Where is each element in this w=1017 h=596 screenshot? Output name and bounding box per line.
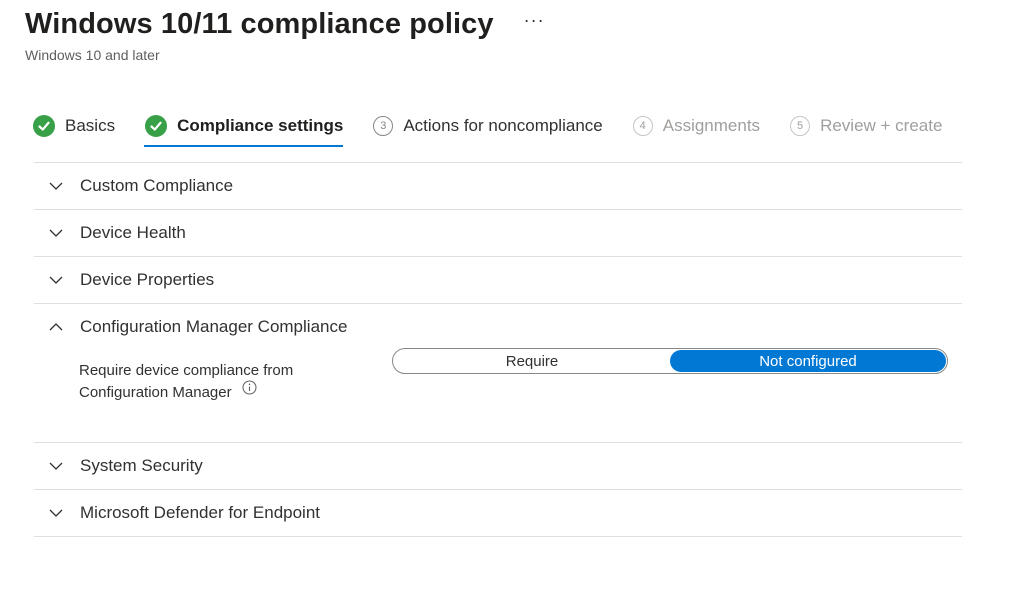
checkmark-circle-icon: [145, 115, 168, 137]
wizard-step-assignments: 4 Assignments: [632, 112, 761, 140]
wizard-step-label: Review + create: [820, 116, 943, 135]
section-header[interactable]: Microsoft Defender for Endpoint: [34, 490, 962, 536]
section-header[interactable]: Custom Compliance: [34, 163, 962, 209]
section-custom-compliance: Custom Compliance: [34, 163, 962, 210]
section-header[interactable]: System Security: [34, 443, 962, 489]
setting-label: Require device compliance from Configura…: [79, 360, 293, 404]
wizard-step-label: Assignments: [662, 116, 761, 135]
wizard-step-basics[interactable]: Basics: [33, 112, 115, 140]
page-subtitle: Windows 10 and later: [25, 47, 160, 63]
section-system-security: System Security: [34, 443, 962, 490]
section-device-properties: Device Properties: [34, 257, 962, 304]
wizard-step-label: Actions for noncompliance: [403, 116, 603, 135]
section-title: Device Properties: [80, 270, 215, 289]
section-body: Require device compliance from Configura…: [34, 348, 962, 442]
section-title: Custom Compliance: [80, 176, 234, 195]
wizard-step-review-create: 5 Review + create: [790, 112, 942, 140]
section-device-health: Device Health: [34, 210, 962, 257]
chevron-down-icon: [48, 458, 64, 474]
section-title: System Security: [80, 456, 203, 475]
chevron-down-icon: [48, 178, 64, 194]
chevron-down-icon: [48, 272, 64, 288]
section-title: Device Health: [80, 223, 186, 242]
toggle-option-require[interactable]: Require: [394, 350, 670, 372]
wizard-step-label: Basics: [65, 116, 116, 135]
wizard-step-actions-for-noncompliance[interactable]: 3 Actions for noncompliance: [373, 112, 603, 140]
settings-sections: Custom Compliance Device Health Device P…: [34, 162, 962, 537]
setting-label-line: Configuration Manager: [79, 384, 232, 401]
checkmark-circle-icon: [33, 115, 55, 137]
step-number-icon: 4: [632, 116, 653, 136]
require-compliance-toggle: Require Not configured: [392, 348, 948, 374]
section-title: Microsoft Defender for Endpoint: [80, 503, 321, 522]
chevron-down-icon: [48, 225, 64, 241]
section-microsoft-defender-for-endpoint: Microsoft Defender for Endpoint: [34, 490, 962, 537]
section-configuration-manager-compliance: Configuration Manager Compliance Require…: [34, 304, 962, 443]
section-header[interactable]: Device Health: [34, 210, 962, 256]
page-title: Windows 10/11 compliance policy: [25, 8, 494, 40]
wizard-step-compliance-settings[interactable]: Compliance settings: [144, 112, 344, 147]
step-number-icon: 3: [373, 116, 394, 136]
section-header[interactable]: Configuration Manager Compliance: [34, 304, 962, 350]
wizard-steps: Basics Compliance settings 3 Actions for…: [33, 112, 972, 147]
step-number-icon: 5: [790, 116, 811, 136]
toggle-option-not-configured[interactable]: Not configured: [670, 350, 946, 372]
wizard-step-label: Compliance settings: [177, 116, 344, 135]
section-header[interactable]: Device Properties: [34, 257, 962, 303]
setting-label-line: Require device compliance from: [79, 362, 294, 379]
info-icon[interactable]: [242, 380, 257, 402]
page-header: Windows 10/11 compliance policy ··· Wind…: [25, 8, 545, 63]
more-options-button[interactable]: ···: [524, 10, 545, 31]
chevron-down-icon: [48, 505, 64, 521]
chevron-up-icon: [48, 319, 64, 335]
section-title: Configuration Manager Compliance: [80, 317, 348, 336]
